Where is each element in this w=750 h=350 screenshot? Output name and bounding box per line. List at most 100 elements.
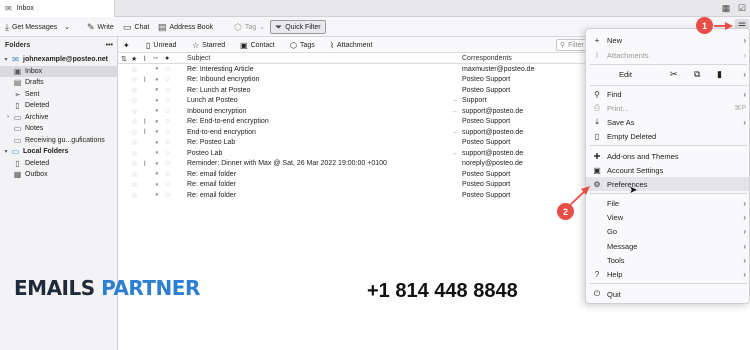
attachment-column-icon[interactable]: ⌇ <box>143 53 146 64</box>
table-row[interactable]: ☆ ● ☺ Posteo Lab → support@posteo.de <box>118 148 585 159</box>
junk-column-icon[interactable]: ● <box>165 53 169 64</box>
folder-item-outbox[interactable]: ▦ Outbox <box>0 169 118 181</box>
calendar-icon[interactable]: ▦ <box>720 2 732 14</box>
paste-icon[interactable]: ▮ <box>717 69 722 80</box>
menu-item-tools[interactable]: Tools › <box>586 253 749 267</box>
chevron-down-icon[interactable]: ▾ <box>2 148 10 155</box>
tasks-icon[interactable]: ☑ <box>736 2 748 14</box>
junk-status-icon[interactable]: ☺ <box>164 97 171 104</box>
chevron-down-icon[interactable]: ▾ <box>2 56 10 63</box>
star-icon[interactable]: ☆ <box>131 96 138 105</box>
chevron-right-icon[interactable]: › <box>4 114 12 120</box>
junk-status-icon[interactable]: ☺ <box>164 171 171 178</box>
table-row[interactable]: ☆ ● ☺ Re: email folder Posteo Support <box>118 169 585 180</box>
folder-item-deleted[interactable]: ▯ Deleted <box>0 100 118 112</box>
star-icon[interactable]: ☆ <box>131 75 138 84</box>
folder-item-local-folders[interactable]: ▾ ▭ Local Folders <box>0 146 118 158</box>
read-status-icon[interactable]: ● <box>155 77 159 83</box>
star-icon[interactable]: ☆ <box>131 65 138 74</box>
read-column-icon[interactable]: ◦◦ <box>153 53 158 64</box>
read-status-icon[interactable]: ● <box>155 161 159 167</box>
menu-item-go[interactable]: Go › <box>586 224 749 238</box>
junk-status-icon[interactable]: ☺ <box>164 129 171 136</box>
menu-item-addons[interactable]: ✚ Add-ons and Themes <box>586 149 749 163</box>
menu-item-view[interactable]: View › <box>586 210 749 224</box>
folder-item-drafts[interactable]: ▤ Drafts <box>0 77 118 89</box>
cut-icon[interactable]: ✂ <box>670 69 678 80</box>
get-messages-button[interactable]: ⤓ Get Messages ⌄ <box>5 20 70 34</box>
star-column-icon[interactable]: ★ <box>131 53 137 64</box>
filter-attachment-button[interactable]: ⌇ Attachment <box>330 39 372 51</box>
menu-item-empty-deleted[interactable]: ▯ Empty Deleted <box>586 129 749 143</box>
read-status-icon[interactable]: ● <box>155 171 159 177</box>
sticky-filter-button[interactable]: ✦ <box>123 39 130 51</box>
folder-item-account[interactable]: ▾ ✉ johnexample@posteo.net <box>0 54 118 66</box>
write-button[interactable]: ✎ Write <box>87 20 114 34</box>
filter-starred-button[interactable]: ☆ Starred <box>192 39 225 51</box>
read-status-icon[interactable]: ● <box>155 150 159 156</box>
menu-item-new[interactable]: + New › <box>586 33 749 47</box>
star-icon[interactable]: ☆ <box>131 191 138 200</box>
thread-column-icon[interactable]: ⇅ <box>121 53 127 64</box>
table-row[interactable]: ☆ ● ☺ Lunch at Posteo → Support <box>118 96 585 107</box>
junk-status-icon[interactable]: ☺ <box>164 87 171 94</box>
junk-status-icon[interactable]: ☺ <box>164 76 171 83</box>
menu-item-find[interactable]: ⚲ Find › <box>586 87 749 101</box>
menu-item-quit[interactable]: ⏻ Quit <box>586 287 749 301</box>
junk-status-icon[interactable]: ☺ <box>164 139 171 146</box>
menu-item-attachments[interactable]: ⌇ Attachments › <box>586 48 749 62</box>
read-status-icon[interactable]: ● <box>155 192 159 198</box>
menu-item-message[interactable]: Message › <box>586 239 749 253</box>
table-row[interactable]: ☆ ● ☺ Re: Interesting Article maxmuster@post… <box>118 64 585 75</box>
filter-unread-button[interactable]: ▯ Unread <box>146 39 176 51</box>
quick-filter-button[interactable]: ⏷ Quick Filter <box>270 20 326 34</box>
folder-item-inbox[interactable]: ▣ Inbox <box>0 65 118 77</box>
menu-item-file[interactable]: File › <box>586 196 749 210</box>
read-status-icon[interactable]: ● <box>155 108 159 114</box>
filter-contact-button[interactable]: ▣ Contact <box>240 39 275 51</box>
address-book-button[interactable]: ▤ Address Book <box>158 20 213 34</box>
folder-item-archive[interactable]: › ▭ Archive <box>0 112 118 124</box>
filter-tags-button[interactable]: ⬡ Tags <box>290 39 315 51</box>
table-row[interactable]: ☆ ⌇ ● ☺ Reminder: Dinner with Max @ Sat, 26 … <box>118 159 585 170</box>
read-status-icon[interactable]: ● <box>155 66 159 72</box>
junk-status-icon[interactable]: ☺ <box>164 66 171 73</box>
column-correspondents[interactable]: Correspondents <box>462 53 512 64</box>
junk-status-icon[interactable]: ☺ <box>164 118 171 125</box>
read-status-icon[interactable]: ● <box>155 140 159 146</box>
table-row[interactable]: ☆ ● ☺ Inbound encryption → support@posteo.de <box>118 106 585 117</box>
menu-item-preferences[interactable]: ⚙ Preferences <box>586 177 749 191</box>
menu-item-save-as[interactable]: ⤓ Save As › <box>586 115 749 129</box>
read-status-icon[interactable]: ● <box>155 119 159 125</box>
chevron-down-icon[interactable]: ⌄ <box>64 23 70 31</box>
folder-item-notes[interactable]: ▭ Notes <box>0 123 118 135</box>
read-status-icon[interactable]: ● <box>155 87 159 93</box>
junk-status-icon[interactable]: ☺ <box>164 108 171 115</box>
copy-icon[interactable]: ⧉ <box>694 69 700 80</box>
tag-button[interactable]: ⬡ Tag ⌄ <box>234 20 265 34</box>
read-status-icon[interactable]: ● <box>155 98 159 104</box>
star-icon[interactable]: ☆ <box>131 149 138 158</box>
read-status-icon[interactable]: ● <box>155 182 159 188</box>
star-icon[interactable]: ☆ <box>131 107 138 116</box>
star-icon[interactable]: ☆ <box>131 128 138 137</box>
column-subject[interactable]: Subject <box>187 53 210 64</box>
more-icon[interactable]: ••• <box>106 42 113 49</box>
folder-item-sent[interactable]: ➢ Sent <box>0 89 118 101</box>
table-row[interactable]: ☆ ● ☺ Re: email folder Posteo Support <box>118 190 585 201</box>
junk-status-icon[interactable]: ☺ <box>164 192 171 199</box>
menu-item-account-settings[interactable]: ▣ Account Settings <box>586 163 749 177</box>
star-icon[interactable]: ☆ <box>131 86 138 95</box>
table-row[interactable]: ☆ ⌇ ● ☺ Re: End-to-end encryption Posteo Supp… <box>118 117 585 128</box>
star-icon[interactable]: ☆ <box>131 138 138 147</box>
read-status-icon[interactable]: ● <box>155 129 159 135</box>
junk-status-icon[interactable]: ☺ <box>164 150 171 157</box>
junk-status-icon[interactable]: ☺ <box>164 160 171 167</box>
table-row[interactable]: ☆ ⌇ ● ☺ Re: Inbound encryption Posteo Support <box>118 75 585 86</box>
menu-item-print[interactable]: ⎙ Print... ⌘P <box>586 101 749 115</box>
star-icon[interactable]: ☆ <box>131 159 138 168</box>
menu-item-help[interactable]: ? Help › <box>586 267 749 281</box>
star-icon[interactable]: ☆ <box>131 117 138 126</box>
table-row[interactable]: ☆ ⌇ ● ☺ End-to-end encryption → support@posteo… <box>118 127 585 138</box>
star-icon[interactable]: ☆ <box>131 170 138 179</box>
